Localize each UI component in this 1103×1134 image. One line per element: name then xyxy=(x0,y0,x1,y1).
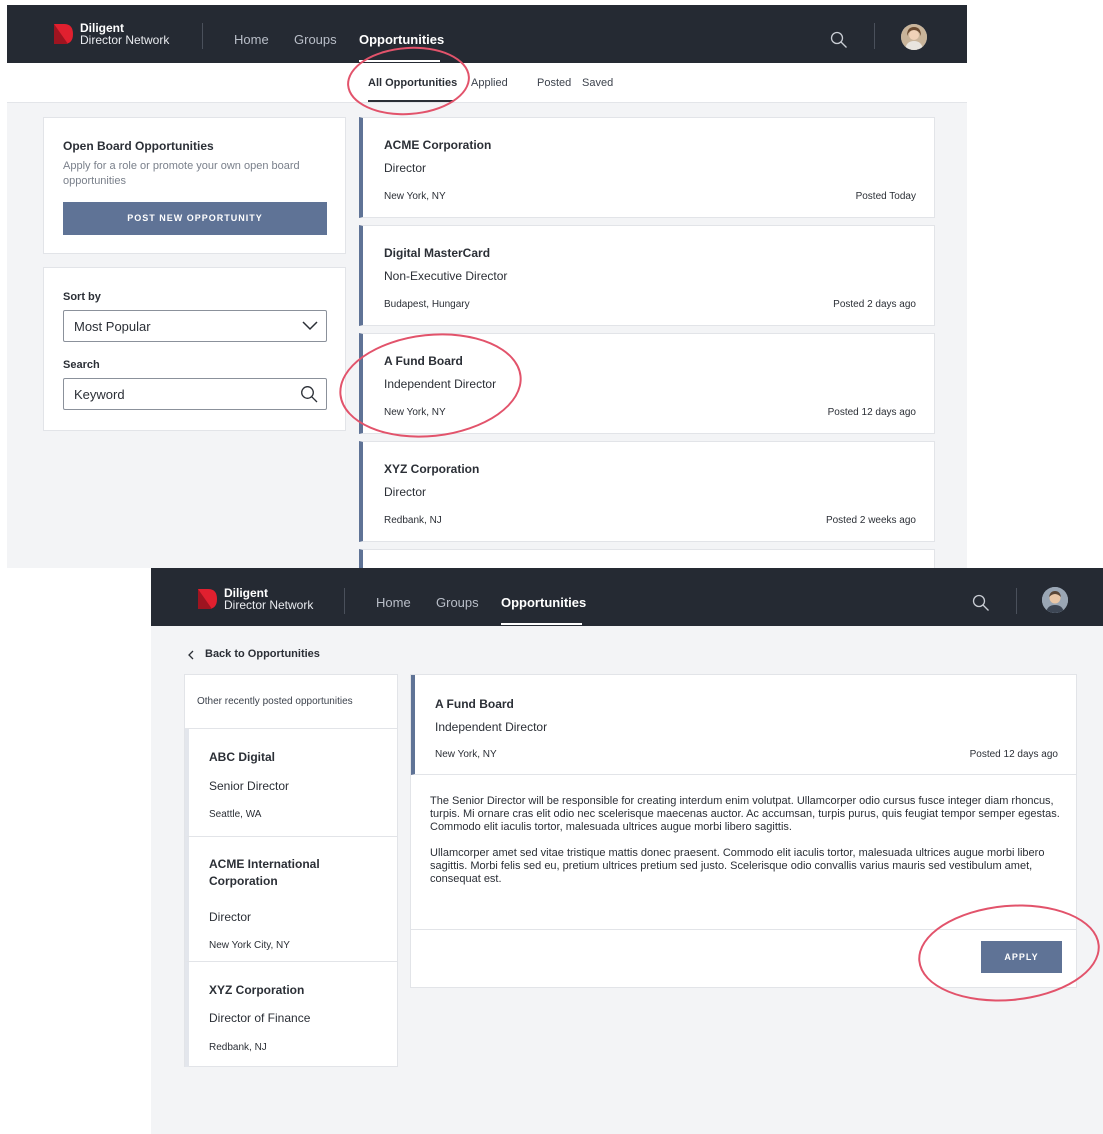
nav-divider xyxy=(1016,588,1017,614)
opportunity-role: Director xyxy=(384,161,427,175)
description-paragraph: The Senior Director will be responsible … xyxy=(430,795,1060,833)
open-board-promo-panel: Open Board Opportunities Apply for a rol… xyxy=(43,117,346,254)
tab-all-opportunities[interactable]: All Opportunities xyxy=(368,77,457,89)
tab-active-indicator xyxy=(368,100,453,102)
diligent-logo-icon xyxy=(198,589,217,609)
nav-opportunities[interactable]: Opportunities xyxy=(359,32,444,47)
other-opportunity-item[interactable]: ACME International Corporation Director … xyxy=(185,836,397,961)
other-opportunity-location: Redbank, NJ xyxy=(209,1042,267,1053)
opportunity-tabs: All Opportunities Applied Posted Saved xyxy=(7,63,967,103)
brand-product: Director Network xyxy=(224,598,314,612)
other-opportunities-title: Other recently posted opportunities xyxy=(197,696,353,707)
user-avatar[interactable] xyxy=(901,24,927,50)
search-icon[interactable] xyxy=(300,385,318,403)
opportunity-card[interactable] xyxy=(359,549,935,568)
opportunity-role: Director xyxy=(384,485,427,499)
opportunity-card[interactable]: Digital MasterCard Non-Executive Directo… xyxy=(359,225,935,326)
brand-name: Diligent Director Network xyxy=(80,22,169,46)
search-label: Search xyxy=(63,359,100,371)
opportunity-company: Digital MasterCard xyxy=(384,246,491,260)
opportunity-card[interactable]: XYZ Corporation Director Redbank, NJ Pos… xyxy=(359,441,935,542)
nav-groups[interactable]: Groups xyxy=(294,32,337,47)
opportunity-posted-date: Posted 2 days ago xyxy=(833,299,916,310)
opportunity-detail-footer: APPLY xyxy=(411,929,1076,973)
opportunity-role: Independent Director xyxy=(384,377,497,391)
search-icon[interactable] xyxy=(830,31,848,49)
opportunity-location: Redbank, NJ xyxy=(384,515,442,526)
sort-by-label: Sort by xyxy=(63,291,101,303)
other-opportunity-company: ACME International Corporation xyxy=(209,857,320,888)
chevron-down-icon xyxy=(302,321,318,331)
opportunity-location: Budapest, Hungary xyxy=(384,299,470,310)
other-opportunities-panel: Other recently posted opportunities ABC … xyxy=(184,674,398,1067)
opportunity-posted-date: Posted Today xyxy=(855,191,916,202)
apply-button[interactable]: APPLY xyxy=(981,941,1062,973)
description-paragraph: Ullamcorper amet sed vitae tristique mat… xyxy=(430,847,1045,885)
opportunity-card[interactable]: ACME Corporation Director New York, NY P… xyxy=(359,117,935,218)
user-avatar[interactable] xyxy=(1042,587,1068,613)
opportunity-posted-date: Posted 2 weeks ago xyxy=(825,515,916,526)
opportunity-company: ACME Corporation xyxy=(384,138,492,152)
keyword-placeholder: Keyword xyxy=(74,387,125,402)
detail-posted-date: Posted 12 days ago xyxy=(969,749,1058,760)
opportunity-posted-date: Posted 12 days ago xyxy=(827,407,916,418)
opportunity-role: Non-Executive Director xyxy=(384,269,508,283)
sort-by-value: Most Popular xyxy=(74,319,151,334)
opportunity-location: New York, NY xyxy=(384,407,446,418)
tab-saved[interactable]: Saved xyxy=(582,77,613,89)
chevron-left-icon xyxy=(188,650,194,660)
other-opportunity-role: Director of Finance xyxy=(209,1011,311,1025)
opportunity-description: The Senior Director will be responsible … xyxy=(430,795,1060,899)
detail-location: New York, NY xyxy=(435,749,497,760)
brand-product: Director Network xyxy=(80,33,170,47)
nav-active-indicator xyxy=(359,60,440,62)
user-avatar-icon xyxy=(901,24,927,50)
filter-panel: Sort by Most Popular Search Keyword xyxy=(43,267,346,431)
user-avatar-icon xyxy=(1042,587,1068,613)
opportunity-detail-header: A Fund Board Independent Director New Yo… xyxy=(411,675,1076,775)
search-icon[interactable] xyxy=(972,594,990,612)
other-opportunity-company: XYZ Corporation xyxy=(209,983,305,997)
brand-name: Diligent Director Network xyxy=(224,587,313,611)
other-opportunity-location: New York City, NY xyxy=(209,940,290,951)
detail-company: A Fund Board xyxy=(435,697,514,711)
other-opportunity-item[interactable]: ABC Digital Senior Director Seattle, WA xyxy=(185,728,397,836)
sort-by-select[interactable]: Most Popular xyxy=(63,310,327,342)
post-new-opportunity-button[interactable]: POST NEW OPPORTUNITY xyxy=(63,202,327,235)
keyword-search-field[interactable]: Keyword xyxy=(63,378,327,410)
opportunity-card[interactable]: A Fund Board Independent Director New Yo… xyxy=(359,333,935,434)
opportunity-detail-screen: Diligent Director Network Home Groups Op… xyxy=(151,568,1103,1134)
back-link-label: Back to Opportunities xyxy=(205,648,320,660)
opportunities-list-screen: Diligent Director Network Home Groups Op… xyxy=(7,5,967,568)
top-navigation-bar: Diligent Director Network Home Groups Op… xyxy=(7,5,967,63)
nav-groups[interactable]: Groups xyxy=(436,595,479,610)
nav-opportunities[interactable]: Opportunities xyxy=(501,595,586,610)
nav-divider xyxy=(344,588,345,614)
other-opportunity-location: Seattle, WA xyxy=(209,809,262,820)
other-opportunity-company: ABC Digital xyxy=(209,750,275,764)
nav-divider xyxy=(202,23,203,49)
opportunity-detail-panel: A Fund Board Independent Director New Yo… xyxy=(410,674,1077,988)
nav-active-indicator xyxy=(501,623,582,625)
tab-applied[interactable]: Applied xyxy=(471,77,508,89)
nav-divider xyxy=(874,23,875,49)
other-opportunity-role: Director xyxy=(209,910,252,924)
opportunity-company: A Fund Board xyxy=(384,354,463,368)
tab-posted[interactable]: Posted xyxy=(537,77,571,89)
detail-role: Independent Director xyxy=(435,720,548,734)
opportunity-company: XYZ Corporation xyxy=(384,462,480,476)
other-opportunity-item[interactable]: XYZ Corporation Director of Finance Redb… xyxy=(185,961,397,1067)
other-opportunity-role: Senior Director xyxy=(209,779,290,793)
opportunity-location: New York, NY xyxy=(384,191,446,202)
nav-home[interactable]: Home xyxy=(234,32,269,47)
diligent-logo-icon xyxy=(54,24,73,44)
top-navigation-bar: Diligent Director Network Home Groups Op… xyxy=(151,568,1103,626)
back-to-opportunities-link[interactable]: Back to Opportunities xyxy=(187,648,320,660)
promo-title: Open Board Opportunities xyxy=(63,139,214,153)
nav-home[interactable]: Home xyxy=(376,595,411,610)
promo-description: Apply for a role or promote your own ope… xyxy=(63,160,300,187)
